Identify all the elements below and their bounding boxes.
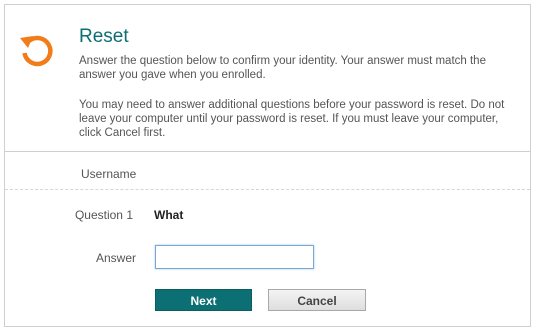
warning-text: You may need to answer additional questi… <box>79 99 505 139</box>
username-label: Username <box>81 167 137 181</box>
reset-dialog: Reset Answer the question below to confi… <box>4 4 531 327</box>
section-divider <box>5 189 530 190</box>
next-button[interactable]: Next <box>155 289 252 311</box>
instructions-text: Answer the question below to confirm you… <box>79 55 486 81</box>
page-title: Reset <box>79 26 129 47</box>
answer-label: Answer <box>95 251 136 265</box>
security-question: What <box>154 208 184 222</box>
answer-input[interactable] <box>155 245 314 269</box>
header-divider <box>5 151 530 152</box>
cancel-button[interactable]: Cancel <box>268 289 366 311</box>
question-label: Question 1 <box>74 208 133 222</box>
dialog-header: Reset Answer the question below to confi… <box>5 5 530 151</box>
reset-arrow-icon <box>20 35 53 67</box>
